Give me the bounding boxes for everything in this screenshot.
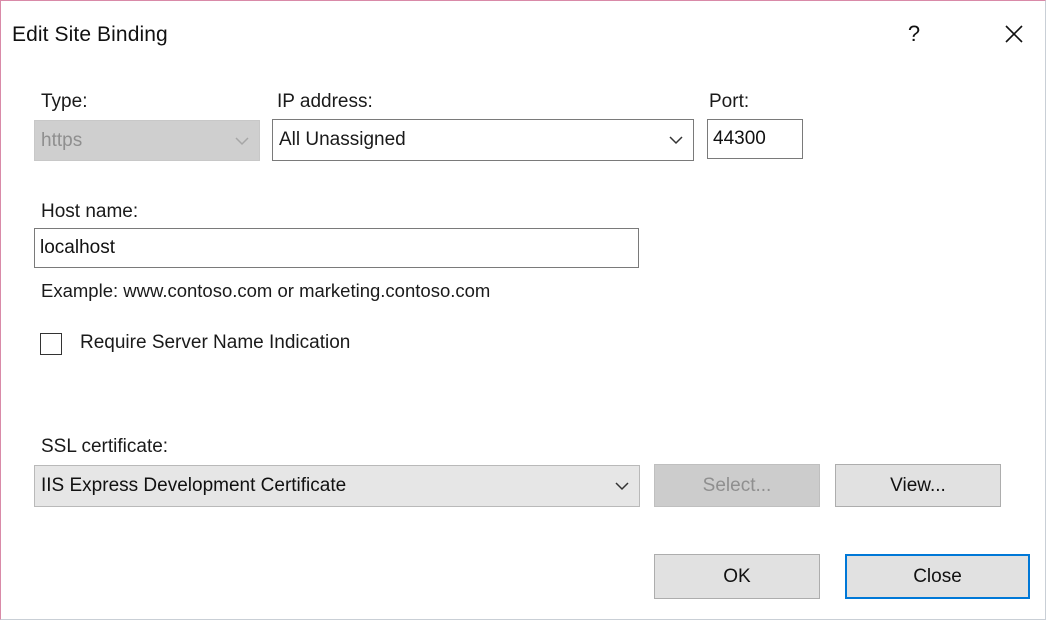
type-select[interactable]: https <box>34 120 260 161</box>
port-label: Port: <box>709 91 750 112</box>
ssl-certificate-label: SSL certificate: <box>41 436 169 457</box>
ip-address-label: IP address: <box>277 91 373 112</box>
dialog-title: Edit Site Binding <box>12 23 168 46</box>
close-icon <box>1005 25 1023 43</box>
host-name-input[interactable]: localhost <box>34 228 639 268</box>
type-select-value: https <box>41 129 83 151</box>
select-certificate-button[interactable]: Select... <box>654 464 820 507</box>
title-bar[interactable]: Edit Site Binding ? <box>1 1 1045 65</box>
chevron-down-icon <box>225 121 259 160</box>
view-certificate-button[interactable]: View... <box>835 464 1001 507</box>
chevron-down-icon <box>659 120 693 160</box>
close-window-button[interactable] <box>993 13 1035 55</box>
port-input[interactable]: 44300 <box>707 119 803 159</box>
ok-button[interactable]: OK <box>654 554 820 599</box>
host-name-label: Host name: <box>41 201 139 222</box>
host-name-example: Example: www.contoso.com or marketing.co… <box>41 280 491 301</box>
ip-address-select[interactable]: All Unassigned <box>272 119 694 161</box>
close-button[interactable]: Close <box>845 554 1030 599</box>
ssl-certificate-value: IIS Express Development Certificate <box>41 475 347 496</box>
edit-site-binding-dialog: Edit Site Binding ? Type: https IP addre… <box>0 0 1046 620</box>
require-sni-checkbox[interactable] <box>40 333 62 355</box>
chevron-down-icon <box>605 466 639 506</box>
ssl-certificate-select[interactable]: IIS Express Development Certificate <box>34 465 640 507</box>
require-sni-label[interactable]: Require Server Name Indication <box>80 332 350 354</box>
help-button[interactable]: ? <box>893 13 935 55</box>
ip-address-value: All Unassigned <box>279 129 406 150</box>
type-label: Type: <box>41 91 88 112</box>
